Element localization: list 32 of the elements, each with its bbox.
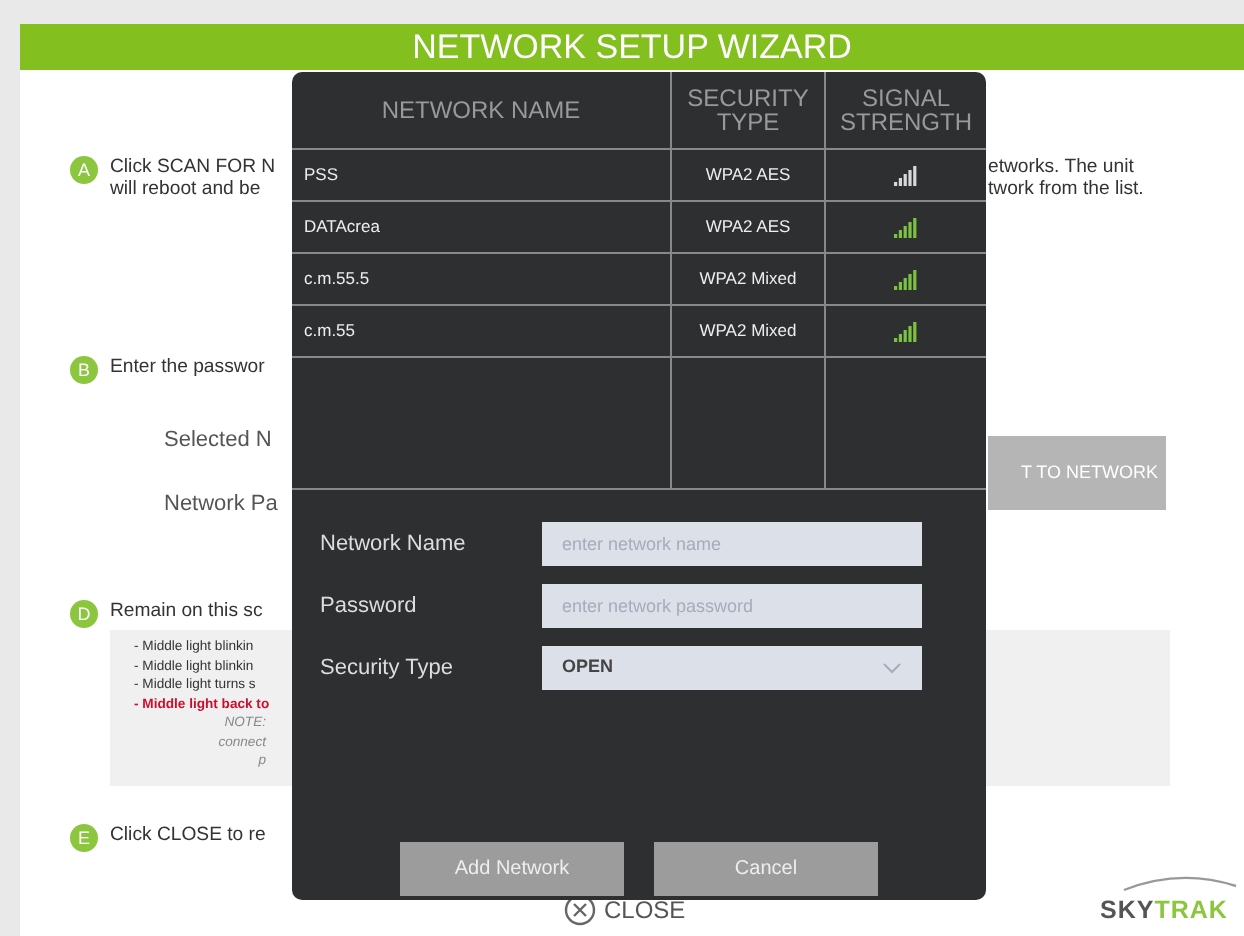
step-badge: D — [70, 600, 98, 628]
step-text: Enter the passwor — [110, 356, 265, 378]
field-label: Password — [320, 591, 419, 622]
step-badge: B — [70, 356, 98, 384]
field-label: Security Type — [320, 653, 455, 684]
security-type: WPA2 AES — [670, 150, 824, 202]
network-name[interactable]: c.m.55.5 — [292, 254, 670, 306]
skytrak-logo: SKYTRAK — [1100, 894, 1230, 928]
swoosh-icon — [1120, 872, 1240, 892]
network-name[interactable]: DATAcrea — [292, 202, 670, 254]
security-type: WPA2 Mixed — [670, 254, 824, 306]
chevron-icon — [882, 662, 902, 674]
column-header: SECURITY TYPE — [670, 72, 824, 150]
close-link[interactable]: CLOSE — [604, 892, 686, 928]
column-header: NETWORK NAME — [292, 72, 670, 150]
security-type: WPA2 AES — [670, 202, 824, 254]
network-name[interactable]: c.m.55 — [292, 306, 670, 358]
step-badge: E — [70, 824, 98, 852]
close-icon[interactable] — [564, 894, 596, 926]
step-text: Click CLOSE to re — [110, 824, 266, 846]
network-name[interactable]: PSS — [292, 150, 670, 202]
security-type: WPA2 Mixed — [670, 306, 824, 358]
wizard-title: NETWORK SETUP WIZARD — [20, 24, 1244, 70]
field-label: Selected N — [164, 426, 272, 456]
column-header: SIGNAL STRENGTH — [824, 72, 986, 150]
field-label: Network Name — [320, 529, 468, 560]
step-text: etworks. The unit twork from the list. — [988, 156, 1144, 200]
security-select[interactable]: OPEN — [542, 646, 922, 690]
field-label: Network Pa — [164, 490, 278, 520]
step-badge: A — [70, 156, 98, 184]
step-text: Click SCAN FOR N will reboot and be — [110, 156, 276, 200]
step-text: Remain on this sc — [110, 600, 263, 622]
